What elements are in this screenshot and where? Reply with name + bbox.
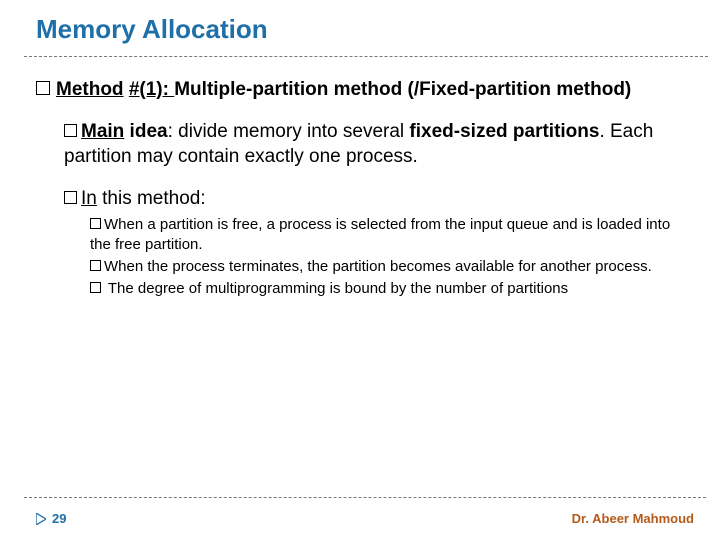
checkbox-icon <box>36 81 50 95</box>
checkbox-icon <box>64 191 77 204</box>
body: Method #(1): Multiple-partition method (… <box>36 78 690 302</box>
sub-sublist: When a partition is free, a process is s… <box>90 215 690 298</box>
slide-title: Memory Allocation <box>36 14 268 45</box>
author-name: Dr. Abeer Mahmoud <box>572 511 694 526</box>
play-triangle-icon <box>36 513 46 525</box>
divider-bottom <box>24 497 706 498</box>
page-number: 29 <box>36 511 66 526</box>
text: In <box>81 188 97 209</box>
bullet-when-free: When a partition is free, a process is s… <box>90 215 690 255</box>
text: The degree of multiprogramming is bound … <box>104 280 568 297</box>
text: Main <box>81 121 124 142</box>
divider-top <box>24 56 708 57</box>
bullet-degree-multiprogramming: The degree of multiprogramming is bound … <box>90 279 690 299</box>
text: idea <box>124 121 167 142</box>
text: Method <box>56 79 124 100</box>
bullet-method: Method #(1): Multiple-partition method (… <box>36 78 690 102</box>
text: When a partition is free, a process is s… <box>90 216 670 253</box>
sublist: Main idea: divide memory into several fi… <box>64 120 690 298</box>
text: #(1): <box>129 79 174 100</box>
checkbox-icon <box>90 282 101 293</box>
text: this method: <box>97 188 206 209</box>
text: : divide memory into several <box>168 121 410 142</box>
checkbox-icon <box>90 260 101 271</box>
text: fixed-sized partitions <box>409 121 599 142</box>
checkbox-icon <box>90 218 101 229</box>
checkbox-icon <box>64 124 77 137</box>
slide: Memory Allocation Method #(1): Multiple-… <box>0 0 720 540</box>
bullet-main-idea: Main idea: divide memory into several fi… <box>64 120 690 169</box>
bullet-in-this-method: In this method: When a partition is free… <box>64 187 690 299</box>
text: Multiple-partition method (/Fixed-partit… <box>174 79 631 100</box>
footer: 29 Dr. Abeer Mahmoud <box>0 506 720 528</box>
bullet-when-terminates: When the process terminates, the partiti… <box>90 257 690 277</box>
text: When the process terminates, the partiti… <box>104 258 652 275</box>
page-number-text: 29 <box>52 511 66 526</box>
